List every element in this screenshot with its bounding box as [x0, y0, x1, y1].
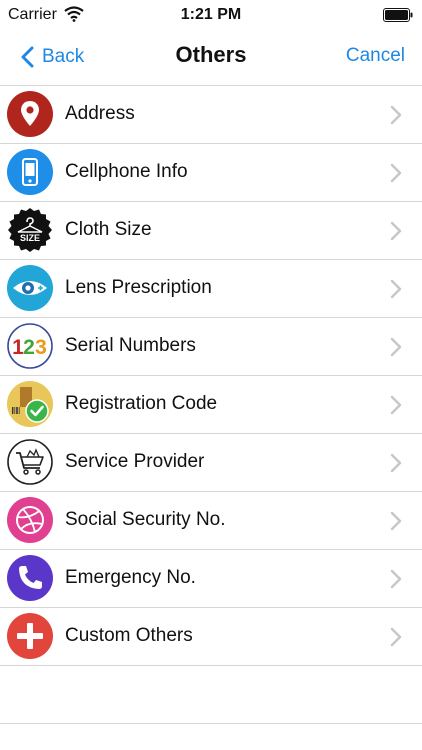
chevron-right-icon: [390, 453, 402, 473]
chevron-right-icon: [390, 569, 402, 589]
list-item-label: Serial Numbers: [65, 335, 196, 356]
chevron-right-icon: [390, 395, 402, 415]
navigation-bar: Back Others Cancel: [0, 30, 422, 86]
cancel-button[interactable]: Cancel: [346, 45, 405, 67]
others-list: Address Cellphone Info SIZE Cloth Size L…: [0, 86, 422, 666]
list-item-cloth-size[interactable]: SIZE Cloth Size: [0, 202, 422, 260]
status-time: 1:21 PM: [180, 6, 242, 23]
cloth-size-icon: SIZE: [7, 207, 53, 253]
list-item-label: Cellphone Info: [65, 161, 188, 182]
svg-text:2: 2: [23, 336, 35, 359]
list-item-address[interactable]: Address: [0, 86, 422, 144]
list-item-registration-code[interactable]: Registration Code: [0, 376, 422, 434]
cellphone-icon: [7, 149, 53, 195]
bottom-divider: [0, 723, 422, 724]
chevron-right-icon: [390, 627, 402, 647]
status-bar: Carrier 1:21 PM: [0, 0, 422, 30]
list-item-label: Service Provider: [65, 451, 205, 472]
location-pin-icon: [7, 91, 53, 137]
battery-icon: [383, 8, 413, 22]
list-item-cellphone-info[interactable]: Cellphone Info: [0, 144, 422, 202]
phone-icon: [7, 555, 53, 601]
shopping-cart-icon: [7, 439, 53, 485]
chevron-right-icon: [390, 105, 402, 125]
list-item-label: Address: [65, 103, 135, 124]
registration-icon: [7, 381, 53, 427]
list-item-label: Social Security No.: [65, 509, 226, 530]
list-item-label: Emergency No.: [65, 567, 196, 588]
chevron-right-icon: [390, 337, 402, 357]
dribbble-ball-icon: [7, 497, 53, 543]
list-item-emergency-no[interactable]: Emergency No.: [0, 550, 422, 608]
eye-icon: [7, 265, 53, 311]
list-item-custom-others[interactable]: Custom Others: [0, 608, 422, 666]
chevron-right-icon: [390, 221, 402, 241]
svg-text:SIZE: SIZE: [20, 233, 40, 243]
list-item-label: Registration Code: [65, 393, 218, 414]
list-item-serial-numbers[interactable]: 1 2 3 Serial Numbers: [0, 318, 422, 376]
list-item-label: Cloth Size: [65, 219, 152, 240]
chevron-right-icon: [390, 279, 402, 299]
plus-icon: [7, 613, 53, 659]
svg-text:3: 3: [35, 336, 47, 359]
list-item-label: Lens Prescription: [65, 277, 212, 298]
chevron-right-icon: [390, 163, 402, 183]
chevron-right-icon: [390, 511, 402, 531]
list-item-social-security-no[interactable]: Social Security No.: [0, 492, 422, 550]
list-item-lens-prescription[interactable]: Lens Prescription: [0, 260, 422, 318]
numbers-icon: 1 2 3: [7, 323, 53, 369]
list-item-label: Custom Others: [65, 625, 193, 646]
list-item-service-provider[interactable]: Service Provider: [0, 434, 422, 492]
